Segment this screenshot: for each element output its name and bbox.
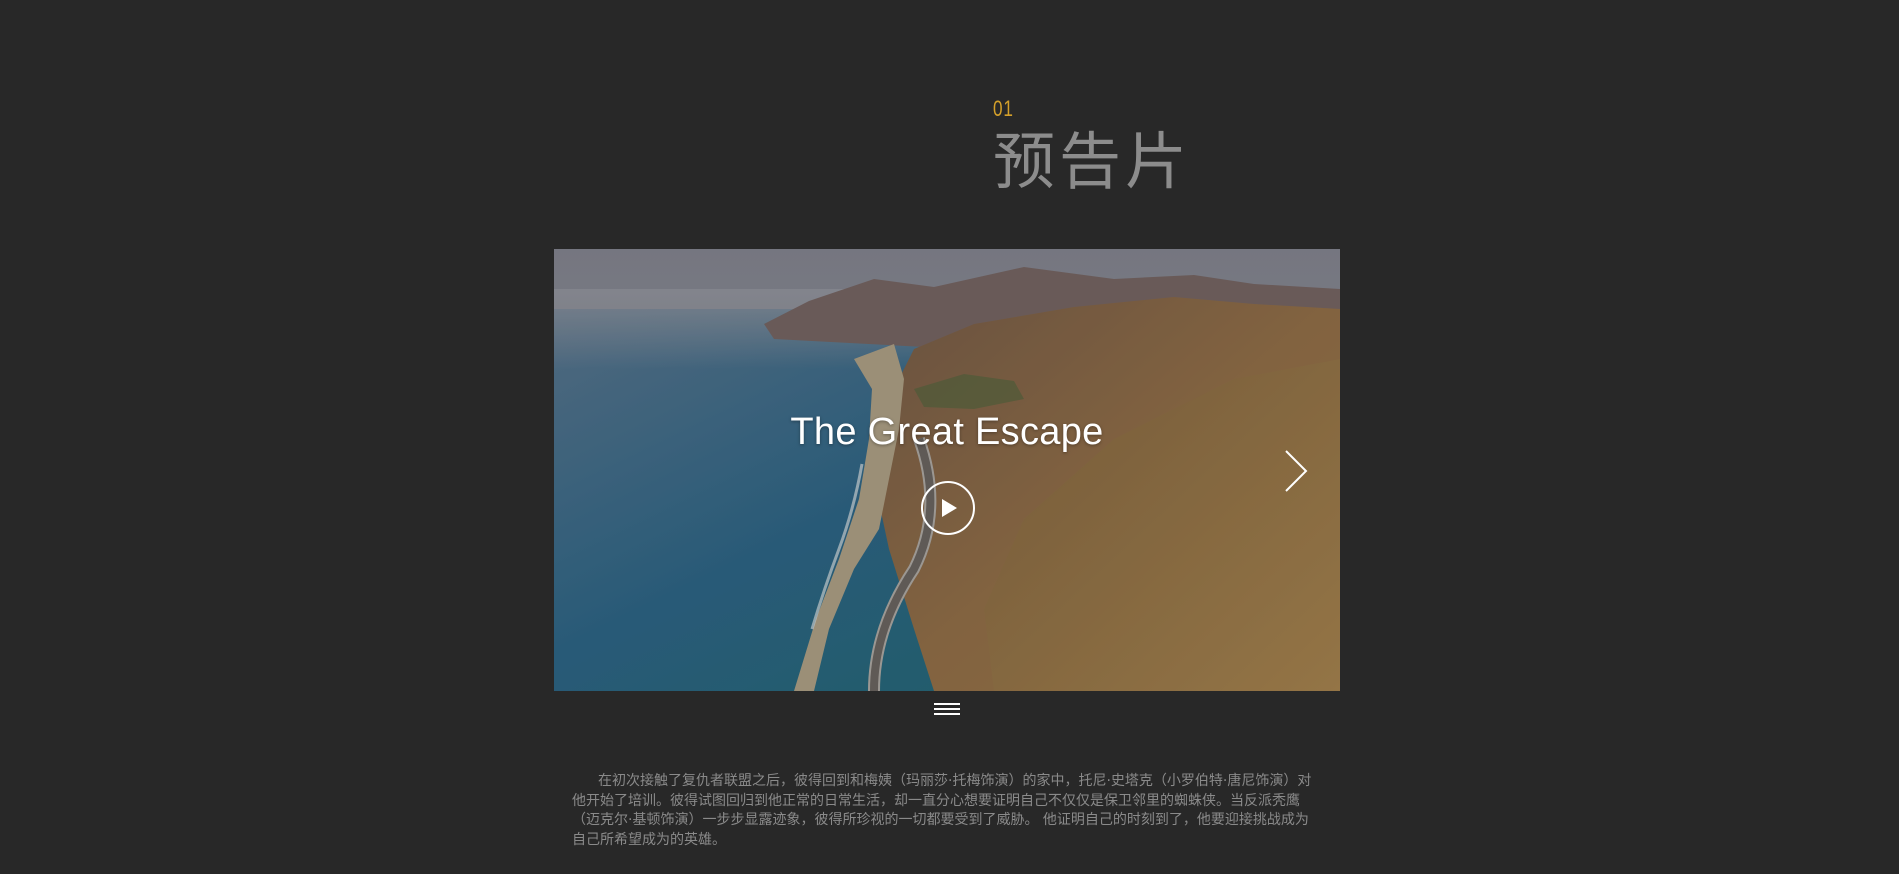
menu-line <box>934 713 960 715</box>
section-title: 预告片 <box>993 125 1192 198</box>
menu-line <box>934 703 960 705</box>
trailer-description: 在初次接触了复仇者联盟之后，彼得回到和梅姨（玛丽莎·托梅饰演）的家中，托尼·史塔… <box>572 773 1312 848</box>
play-icon <box>942 499 957 517</box>
play-button[interactable] <box>921 481 975 535</box>
hamburger-menu-icon[interactable] <box>934 703 960 720</box>
video-title: The Great Escape <box>790 411 1104 453</box>
menu-line <box>934 708 960 710</box>
next-arrow-icon[interactable] <box>1282 447 1310 495</box>
video-player[interactable]: The Great Escape <box>554 249 1340 691</box>
section-number: 01 <box>993 96 1014 121</box>
video-overlay <box>554 249 1340 691</box>
